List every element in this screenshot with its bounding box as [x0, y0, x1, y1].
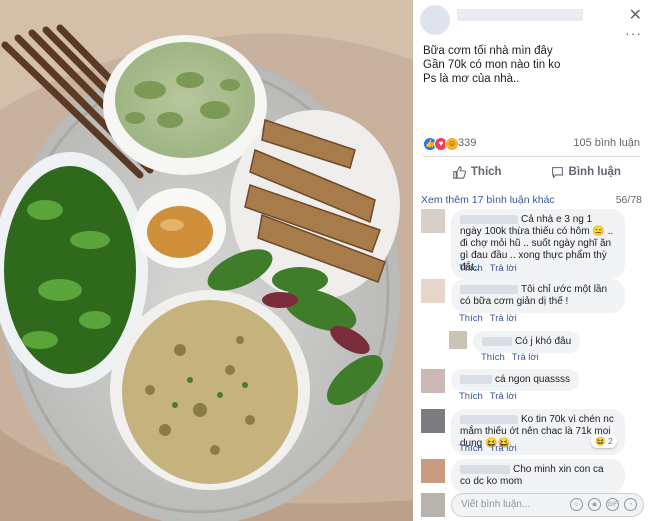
author-name-redacted[interactable]	[457, 9, 583, 21]
view-more-link[interactable]: Xem thêm 17 bình luận khác	[421, 194, 555, 206]
comment-item: cá ngon quassss Thích Trả lời	[421, 369, 644, 402]
comment-bubble: Tôi chỉ ước một lần có bữa cơm giản dị t…	[451, 279, 625, 313]
comment-item: Ko tin 70k vì chén nc mắm thiếu ớt nên c…	[421, 409, 644, 455]
commenter-name-redacted[interactable]	[460, 214, 518, 224]
comment-links: Thích Trả lời	[481, 352, 546, 363]
comment-button[interactable]: Bình luận	[532, 157, 641, 187]
commenter-avatar[interactable]	[421, 279, 445, 303]
comment-input[interactable]: Viết bình luận... ☺ ◉ GIF ◔	[451, 493, 644, 517]
comment-label: Bình luận	[568, 166, 621, 178]
sticker-icon[interactable]: ◔	[624, 498, 637, 511]
comment-like-link[interactable]: Thích	[459, 263, 483, 274]
emoji-icon[interactable]: ☺	[570, 498, 583, 511]
comment-reaction-count: 2	[607, 436, 613, 446]
reaction-icons[interactable]: 👍 ♥ ☺	[423, 137, 459, 151]
post-photo[interactable]	[0, 0, 413, 521]
commenter-avatar[interactable]	[421, 209, 445, 233]
caption-line: Ps là mơ của nhà..	[423, 73, 520, 85]
comment-input-row: Viết bình luận... ☺ ◉ GIF ◔	[421, 493, 644, 517]
reaction-count[interactable]: 339	[458, 137, 476, 149]
gif-icon[interactable]: GIF	[606, 498, 619, 511]
post-header: ✕ ···	[413, 0, 650, 40]
comment-item: Cả nhà e 3 ng 1 ngày 100k thừa thiếu có …	[421, 209, 644, 279]
commenter-name-redacted[interactable]	[460, 464, 510, 474]
comment-reply-link[interactable]: Trả lời	[490, 313, 517, 324]
comment-reply-item: Có j khó đâu Thích Trả lời	[449, 331, 644, 363]
comment-item: Cho minh xin con ca co dc ko mom	[421, 459, 644, 493]
comment-links: Thích Trả lời	[459, 313, 524, 324]
comment-reply-link[interactable]: Trả lời	[512, 352, 539, 363]
view-more-comments: Xem thêm 17 bình luận khác 56/78	[421, 194, 642, 206]
comment-reply-link[interactable]: Trả lời	[490, 391, 517, 402]
comment-links: Thích Trả lời	[459, 443, 524, 454]
comment-links: Thích Trả lời	[459, 263, 524, 274]
comment-links: Thích Trả lời	[459, 391, 524, 402]
comment-text: Có j khó đâu	[515, 336, 572, 347]
comments-area: Xem thêm 17 bình luận khác 56/78 Cả nhà …	[413, 187, 650, 521]
caption-line: Bữa cơm tối nhà mìn đây	[423, 45, 553, 57]
comment-counter: 56/78	[615, 194, 642, 206]
post-side-panel: ✕ ··· Bữa cơm tối nhà mìn đây Gần 70k có…	[413, 0, 650, 521]
post-stats: 👍 ♥ ☺ 339 105 bình luận	[423, 135, 640, 151]
comment-reactions[interactable]: 😆 2	[591, 435, 617, 448]
comment-text: cá ngon quassss	[495, 374, 571, 385]
thumbs-up-icon	[453, 165, 466, 179]
current-user-avatar	[421, 493, 445, 517]
comment-bubble: cá ngon quassss	[451, 369, 580, 391]
commenter-avatar[interactable]	[421, 459, 445, 483]
haha-reaction-icon: ☺	[445, 137, 459, 151]
comment-input-placeholder: Viết bình luận...	[461, 499, 531, 510]
comment-reply-link[interactable]: Trả lời	[490, 443, 517, 454]
more-options-icon[interactable]: ···	[625, 26, 642, 40]
commenter-avatar[interactable]	[421, 369, 445, 393]
post-actions: Thích Bình luận	[423, 156, 640, 188]
commenter-name-redacted[interactable]	[482, 336, 512, 346]
comment-like-link[interactable]: Thích	[459, 443, 483, 454]
comment-icon	[551, 166, 563, 179]
comment-item: Tôi chỉ ước một lần có bữa cơm giản dị t…	[421, 279, 644, 324]
commenter-name-redacted[interactable]	[460, 284, 518, 294]
commenter-name-redacted[interactable]	[460, 374, 492, 384]
comment-like-link[interactable]: Thích	[481, 352, 505, 363]
comment-input-icons: ☺ ◉ GIF ◔	[565, 498, 637, 511]
food-tray-image	[0, 0, 413, 521]
comment-bubble: Cho minh xin con ca co dc ko mom	[451, 459, 625, 493]
commenter-name-redacted[interactable]	[460, 414, 518, 424]
comment-like-link[interactable]: Thích	[459, 391, 483, 402]
like-button[interactable]: Thích	[423, 157, 532, 187]
author-avatar[interactable]	[420, 5, 450, 35]
comment-count[interactable]: 105 bình luận	[573, 137, 640, 149]
comment-reply-link[interactable]: Trả lời	[490, 263, 517, 274]
comment-like-link[interactable]: Thích	[459, 313, 483, 324]
commenter-avatar[interactable]	[421, 409, 445, 433]
post-caption: Bữa cơm tối nhà mìn đây Gần 70k có mon n…	[423, 44, 640, 86]
like-label: Thích	[470, 166, 502, 178]
caption-line: Gần 70k có mon nào tin ko	[423, 59, 561, 71]
comment-bubble: Có j khó đâu	[473, 331, 581, 353]
close-icon[interactable]: ✕	[629, 8, 642, 24]
commenter-avatar[interactable]	[449, 331, 467, 349]
camera-icon[interactable]: ◉	[588, 498, 601, 511]
